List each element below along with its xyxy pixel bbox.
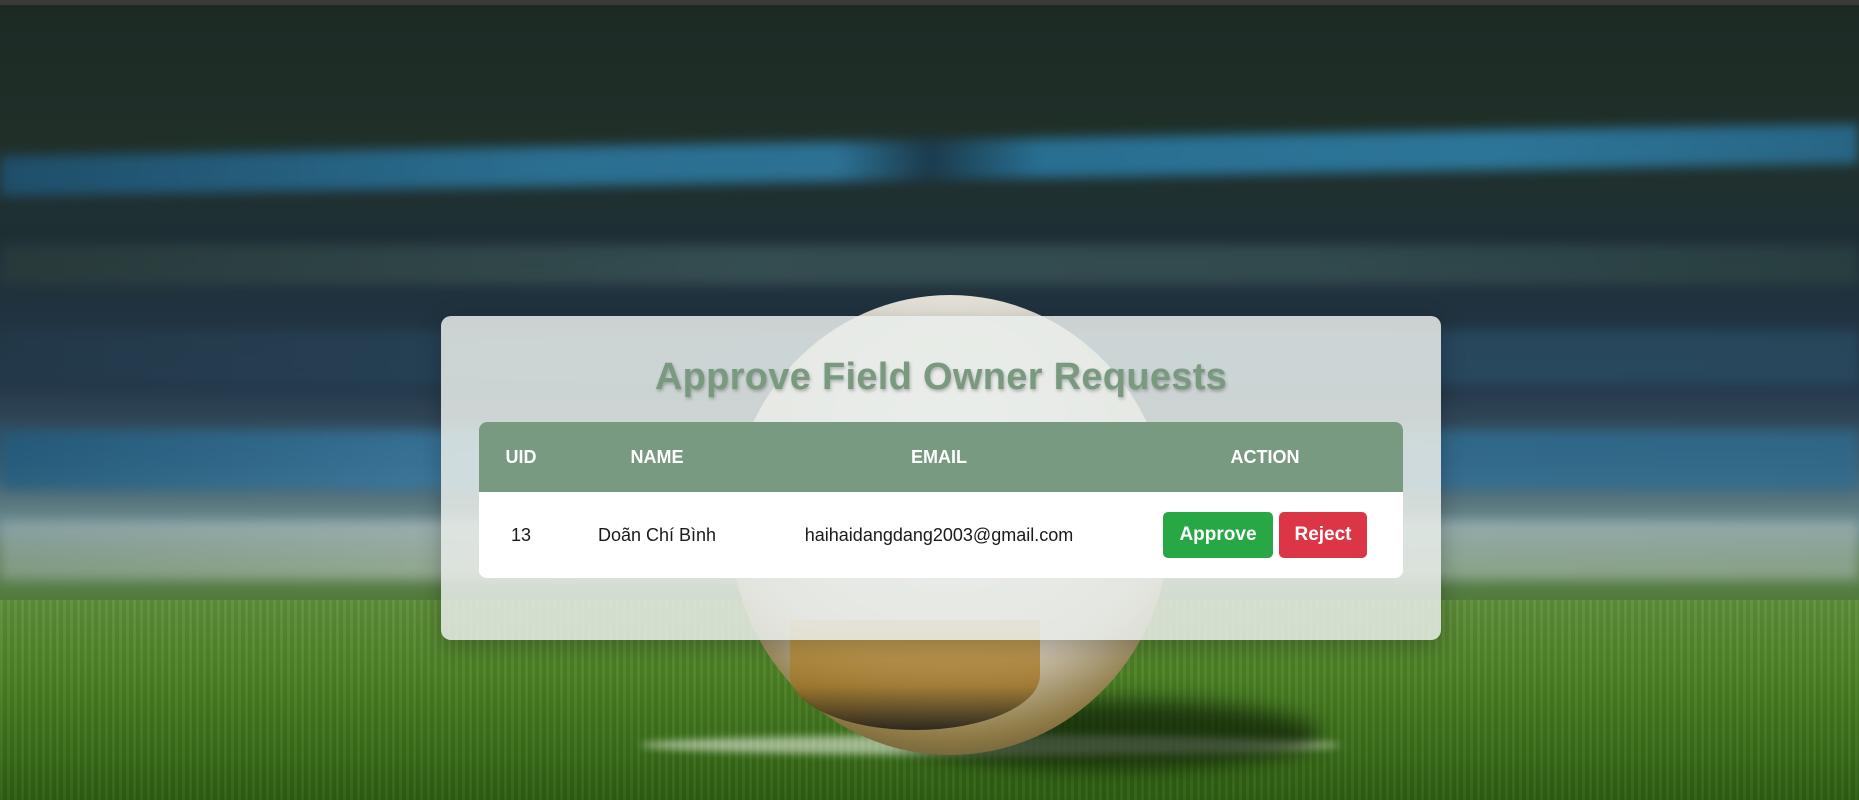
cell-name: Doãn Chí Bình [597,524,717,545]
approve-button[interactable]: Approve [1163,512,1273,558]
page-title: Approve Field Owner Requests [654,356,1228,398]
cell-uid: 13 [510,524,532,545]
requests-panel: Approve Field Owner Requests UID NAME EM… [441,316,1441,640]
column-header-uid: UID [505,446,537,467]
page: Approve Field Owner Requests UID NAME EM… [0,0,1859,800]
column-header-name: NAME [630,446,684,467]
requests-table: UID NAME EMAIL ACTION 13 Doãn Chí Bình h… [479,422,1403,578]
window-top-border [0,0,1859,5]
reject-button[interactable]: Reject [1279,512,1367,558]
column-header-email: EMAIL [911,446,967,467]
cell-actions: Approve Reject [1127,512,1403,558]
table-header: UID NAME EMAIL ACTION [479,422,1403,492]
cell-email: haihaidangdang2003@gmail.com [804,524,1074,545]
table-row: 13 Doãn Chí Bình haihaidangdang2003@gmai… [479,492,1403,578]
column-header-action: ACTION [1230,446,1300,467]
